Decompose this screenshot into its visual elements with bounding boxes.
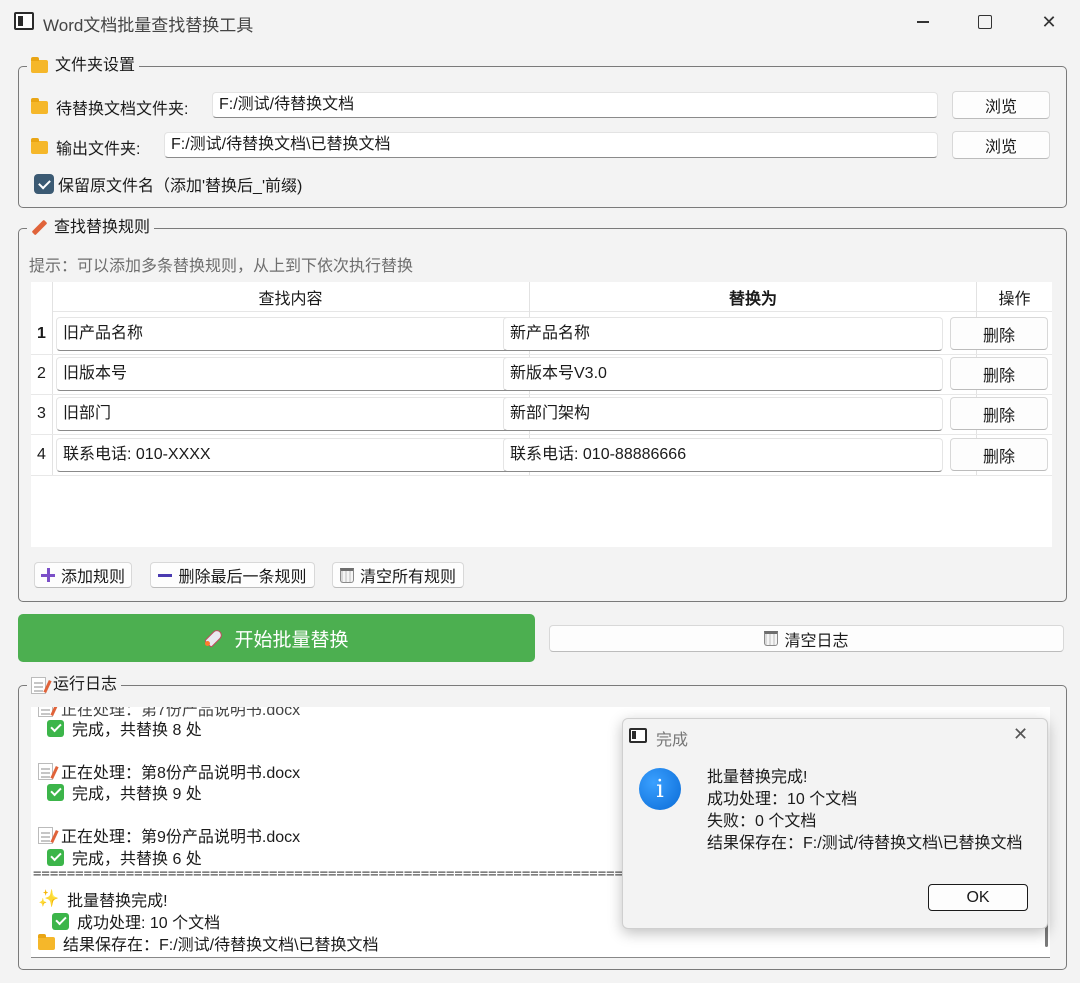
replace-input[interactable]: 新部门架构 — [503, 397, 943, 431]
memo-icon — [38, 826, 53, 844]
find-input[interactable]: 旧产品名称 — [56, 317, 524, 351]
check-icon — [47, 783, 64, 801]
replace-input[interactable]: 联系电话: 010-88886666 — [503, 438, 943, 472]
col-header-action: 操作 — [977, 282, 1052, 312]
replace-input[interactable]: 新产品名称 — [503, 317, 943, 351]
info-icon: i — [639, 768, 681, 810]
find-input[interactable]: 联系电话: 010-XXXX — [56, 438, 524, 472]
ok-button[interactable]: OK — [928, 884, 1028, 911]
memo-icon — [31, 676, 46, 694]
dialog-line: 成功处理：10 个文档 — [707, 791, 858, 808]
browse-output-button[interactable]: 浏览 — [952, 131, 1050, 159]
log-line: 完成，共替换 8 处 — [47, 716, 202, 740]
delete-rule-button[interactable]: 删除 — [950, 317, 1048, 350]
close-icon: ✕ — [1013, 724, 1029, 744]
pencil-icon — [31, 220, 47, 236]
row-number: 3 — [37, 405, 46, 422]
dialog-close-button[interactable]: ✕ — [1013, 724, 1028, 745]
rules-table: 查找内容 替换为 操作 1 旧产品名称 新产品名称 删除 2 旧版本号 新版本号… — [31, 282, 1052, 547]
find-input[interactable]: 旧版本号 — [56, 357, 524, 391]
log-legend: 运行日志 — [27, 675, 121, 695]
close-button[interactable]: ✕ — [1029, 8, 1069, 36]
replace-input[interactable]: 新版本号V3.0 — [503, 357, 943, 391]
check-icon — [47, 848, 64, 866]
row-number: 1 — [37, 325, 46, 342]
check-icon — [52, 912, 69, 930]
col-header-find: 查找内容 — [52, 282, 529, 312]
dialog-message: 批量替换完成! 成功处理：10 个文档 失败：0 个文档 结果保存在：F:/测试… — [707, 767, 1023, 855]
sparkle-icon: ✨ — [38, 889, 60, 908]
dialog-line: 失败：0 个文档 — [707, 813, 817, 830]
folder-icon — [31, 97, 48, 114]
output-folder-label: 输出文件夹: — [31, 135, 140, 159]
window-title: Word文档批量查找替换工具 — [43, 16, 254, 35]
memo-icon — [38, 762, 53, 780]
delete-last-rule-button[interactable]: 删除最后一条规则 — [150, 562, 315, 588]
trash-icon — [764, 631, 779, 646]
row-number: 2 — [37, 365, 46, 382]
check-icon — [47, 719, 64, 737]
trash-icon — [339, 567, 354, 583]
input-folder-label: 待替换文档文件夹: — [31, 95, 188, 119]
rules-legend: 查找替换规则 — [27, 218, 154, 238]
folder-icon — [31, 56, 48, 73]
app-icon — [14, 12, 34, 30]
clear-log-button[interactable]: 清空日志 — [549, 625, 1064, 652]
completion-dialog: 完成 ✕ i 批量替换完成! 成功处理：10 个文档 失败：0 个文档 结果保存… — [622, 718, 1048, 929]
minimize-button[interactable] — [903, 8, 943, 36]
dialog-line: 批量替换完成! — [707, 769, 808, 786]
folder-settings-legend: 文件夹设置 — [27, 56, 139, 76]
folder-icon — [31, 137, 48, 154]
maximize-button[interactable] — [965, 8, 1005, 36]
input-folder-field[interactable]: F:/测试/待替换文档 — [212, 92, 938, 118]
title-bar: Word文档批量查找替换工具 ✕ — [0, 0, 1080, 44]
keep-name-checkbox[interactable] — [34, 174, 54, 194]
log-line: ✨ 批量替换完成! — [38, 889, 168, 910]
log-line: 成功处理: 10 个文档 — [52, 909, 220, 933]
dialog-line: 结果保存在：F:/测试/待替换文档\已替换文档 — [707, 835, 1023, 852]
row-number: 4 — [37, 446, 46, 463]
delete-rule-button[interactable]: 删除 — [950, 397, 1048, 430]
find-input[interactable]: 旧部门 — [56, 397, 524, 431]
log-line: 完成，共替换 9 处 — [47, 780, 202, 804]
browse-input-button[interactable]: 浏览 — [952, 91, 1050, 119]
add-rule-button[interactable]: 添加规则 — [34, 562, 132, 588]
minus-icon — [158, 573, 173, 577]
keep-name-option[interactable]: 保留原文件名（添加'替换后_'前缀) — [34, 172, 302, 196]
folder-icon — [38, 933, 55, 950]
rules-hint: 提示：可以添加多条替换规则，从上到下依次执行替换 — [29, 258, 414, 275]
log-line: 结果保存在：F:/测试/待替换文档\已替换文档 — [38, 931, 379, 955]
col-header-replace: 替换为 — [530, 282, 976, 312]
rocket-icon — [204, 629, 222, 647]
plus-icon — [40, 568, 55, 582]
start-replace-button[interactable]: 开始批量替换 — [18, 614, 535, 662]
output-folder-field[interactable]: F:/测试/待替换文档\已替换文档 — [164, 132, 938, 158]
dialog-title: 完成 — [656, 732, 689, 749]
close-icon: ✕ — [1041, 11, 1057, 32]
log-line: 正在处理：第9份产品说明书.docx — [38, 823, 300, 847]
clear-all-rules-button[interactable]: 清空所有规则 — [332, 562, 464, 588]
delete-rule-button[interactable]: 删除 — [950, 357, 1048, 390]
delete-rule-button[interactable]: 删除 — [950, 438, 1048, 471]
log-bottom-border — [31, 957, 1050, 958]
app-icon — [629, 728, 647, 743]
